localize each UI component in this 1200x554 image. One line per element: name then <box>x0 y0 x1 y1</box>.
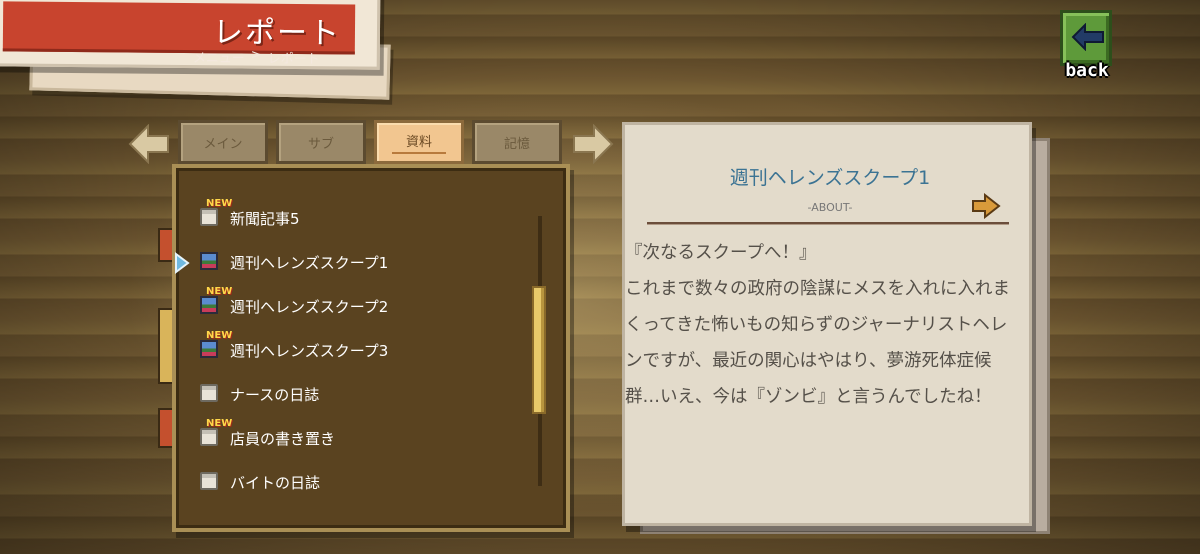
document-icon <box>200 428 218 446</box>
title-banner: レポート メニュー > レポート <box>2 1 356 67</box>
document-icon <box>200 472 218 490</box>
back-box <box>1060 10 1112 66</box>
list-item[interactable]: ナースの日誌 <box>196 372 526 416</box>
list-item-label: 週刊ヘレンズスクープ2 <box>230 297 389 316</box>
document-icon <box>200 208 218 226</box>
new-badge: NEW <box>206 286 233 297</box>
tab-sub[interactable]: サブ <box>276 120 366 164</box>
list-item[interactable]: NEW 新聞記事5 <box>196 196 526 240</box>
tab-memories-label: 記憶 <box>503 136 530 152</box>
list-item[interactable]: NEW 店員の書き置き <box>196 416 526 460</box>
list-item-label: バイトの日誌 <box>230 473 321 492</box>
list-item-label: 週刊ヘレンズスクープ1 <box>230 253 389 272</box>
list-item-label: ナースの日誌 <box>230 385 320 404</box>
previous-tab-arrow-icon[interactable] <box>128 124 170 164</box>
title-card: レポート メニュー > レポート <box>0 0 381 70</box>
list-item[interactable]: NEW 週刊ヘレンズスクープ3 <box>196 328 526 372</box>
tab-sub-label: サブ <box>307 136 334 152</box>
tab-bar: メイン サブ 資料 記憶 <box>178 120 562 164</box>
new-badge: NEW <box>206 418 233 429</box>
magazine-icon <box>200 340 218 358</box>
back-label: back <box>1065 60 1109 81</box>
breadcrumb-current: レポート <box>267 51 320 68</box>
magazine-icon <box>200 252 218 270</box>
detail-title: 週刊ヘレンズスクープ1 <box>729 167 931 189</box>
tab-memories[interactable]: 記憶 <box>472 120 562 164</box>
list-item-label: 店員の書き置き <box>230 429 336 448</box>
next-tab-arrow-icon[interactable] <box>572 124 614 164</box>
new-badge: NEW <box>206 198 233 209</box>
magazine-icon <box>200 296 218 314</box>
page-title: レポート <box>212 15 342 52</box>
selection-pointer-icon <box>175 252 190 274</box>
list-item-label: 新聞記事5 <box>230 209 300 228</box>
tab-main-label: メイン <box>203 136 243 152</box>
detail-divider <box>647 222 1009 225</box>
document-list: NEW 新聞記事5 週刊ヘレンズスクープ1 NEW 週刊ヘレンズスクープ2 NE… <box>175 196 526 504</box>
breadcrumb-menu[interactable]: メニュー <box>193 47 245 66</box>
document-list-panel: NEW 新聞記事5 週刊ヘレンズスクープ1 NEW 週刊ヘレンズスクープ2 NE… <box>172 164 570 532</box>
scrollbar-thumb[interactable] <box>532 286 546 414</box>
document-icon <box>200 384 218 402</box>
list-item[interactable]: バイトの日誌 <box>196 460 526 504</box>
new-badge: NEW <box>206 330 233 341</box>
back-arrow-icon <box>1071 23 1104 51</box>
list-item-label: 週刊ヘレンズスクープ3 <box>230 341 389 360</box>
breadcrumb: メニュー > レポート <box>193 47 320 68</box>
detail-body-text: 『次なるスクープへ！』 これまで数々の政府の陰謀にメスを入れに入れまくってきた怖… <box>625 243 1010 407</box>
tab-main[interactable]: メイン <box>178 120 268 164</box>
list-item-selected[interactable]: 週刊ヘレンズスクープ1 <box>175 240 526 284</box>
detail-panel: 週刊ヘレンズスクープ1 -ABOUT- 『次なるスクープへ！』 これまで数々の政… <box>622 122 1032 526</box>
breadcrumb-separator: > <box>250 47 262 63</box>
tab-documents-label: 資料 <box>391 131 446 154</box>
next-page-arrow-icon[interactable] <box>971 193 1001 219</box>
back-button[interactable]: back <box>1058 10 1116 82</box>
tab-documents[interactable]: 資料 <box>374 120 464 164</box>
list-item[interactable]: NEW 週刊ヘレンズスクープ2 <box>196 284 526 328</box>
